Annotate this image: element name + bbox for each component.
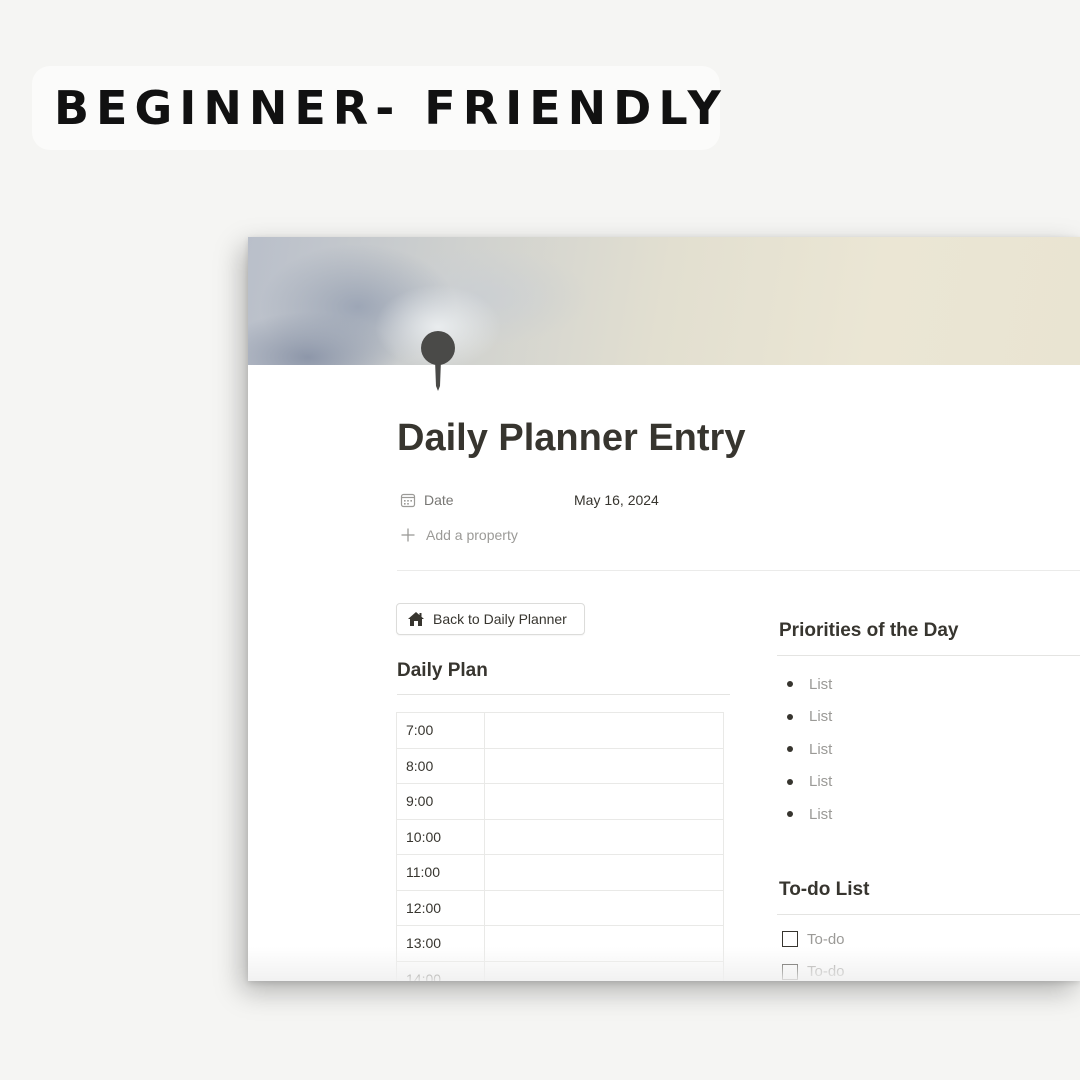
list-item[interactable]: List (783, 798, 832, 831)
todo-heading[interactable]: To-do List (779, 879, 869, 901)
list-item[interactable]: List (783, 766, 832, 799)
property-row-date[interactable]: Date May 16, 2024 (400, 489, 659, 511)
list-item[interactable]: List (783, 733, 832, 766)
todo-item-text[interactable]: To-do (807, 963, 845, 980)
add-property-button[interactable]: Add a property (400, 527, 518, 543)
table-row: 13:00 (396, 925, 724, 962)
daily-plan-rule (397, 694, 730, 695)
page-title[interactable]: Daily Planner Entry (397, 417, 745, 460)
bullet-icon (787, 778, 793, 785)
bullet-icon (787, 746, 793, 753)
table-row: 7:00 (396, 712, 724, 749)
notion-page-window: Daily Planner Entry Date May 16, 2024 Ad… (248, 237, 1080, 981)
time-cell[interactable]: 11:00 (396, 854, 485, 891)
list-item-text: List (809, 740, 833, 758)
list-item-text: List (809, 773, 833, 791)
badge-text: BEGINNER- FRIENDLY (54, 81, 728, 135)
todo-checkbox[interactable] (782, 963, 798, 980)
priorities-rule (777, 655, 1080, 656)
home-icon (408, 612, 424, 626)
plus-icon (401, 528, 415, 542)
plan-cell[interactable] (484, 783, 724, 820)
bullet-icon (787, 681, 793, 688)
todo-item: To-do (782, 923, 845, 956)
daily-plan-table: 7:00 8:00 9:00 10:00 11:00 12:00 13:00 1… (396, 712, 724, 981)
time-cell[interactable]: 14:00 (396, 960, 485, 981)
priorities-heading[interactable]: Priorities of the Day (779, 620, 959, 642)
plan-cell[interactable] (484, 854, 724, 891)
time-cell[interactable]: 8:00 (396, 747, 485, 784)
time-cell[interactable]: 12:00 (396, 889, 485, 926)
todo-checkbox[interactable] (782, 931, 798, 948)
table-row: 10:00 (396, 818, 724, 855)
plan-cell[interactable] (484, 712, 724, 749)
plan-cell[interactable] (484, 960, 724, 981)
priorities-list: List List List List List (783, 668, 832, 831)
properties-divider (397, 570, 1080, 571)
plan-cell[interactable] (484, 747, 724, 784)
plan-cell[interactable] (484, 925, 724, 962)
back-button-label: Back to Daily Planner (433, 611, 567, 627)
table-row: 11:00 (396, 854, 724, 891)
daily-plan-heading[interactable]: Daily Plan (397, 660, 488, 682)
plan-cell[interactable] (484, 889, 724, 926)
time-cell[interactable]: 13:00 (396, 925, 485, 962)
beginner-friendly-badge: BEGINNER- FRIENDLY (32, 66, 721, 150)
todo-item-text[interactable]: To-do (807, 931, 845, 948)
todo-item: To-do (782, 956, 845, 982)
table-row: 9:00 (396, 783, 724, 820)
table-row: 8:00 (396, 747, 724, 784)
list-item-text: List (809, 708, 833, 726)
list-item[interactable]: List (783, 668, 832, 701)
pushpin-icon[interactable] (420, 330, 456, 392)
bullet-icon (787, 713, 793, 720)
calendar-icon (400, 493, 416, 508)
time-cell[interactable]: 7:00 (396, 712, 485, 749)
property-name: Date (424, 492, 454, 508)
back-to-daily-planner-button[interactable]: Back to Daily Planner (396, 603, 585, 635)
list-item-text: List (809, 675, 833, 693)
page-cover-image[interactable] (248, 237, 1080, 365)
time-cell[interactable]: 9:00 (396, 783, 485, 820)
list-item-text: List (809, 805, 833, 823)
table-row: 12:00 (396, 889, 724, 926)
add-property-label: Add a property (426, 527, 518, 543)
bullet-icon (787, 811, 793, 818)
time-cell[interactable]: 10:00 (396, 818, 485, 855)
list-item[interactable]: List (783, 701, 832, 734)
property-value[interactable]: May 16, 2024 (574, 492, 659, 508)
todo-rule (777, 914, 1080, 915)
plan-cell[interactable] (484, 818, 724, 855)
table-row: 14:00 (396, 960, 724, 981)
todo-list: To-do To-do (782, 923, 845, 981)
